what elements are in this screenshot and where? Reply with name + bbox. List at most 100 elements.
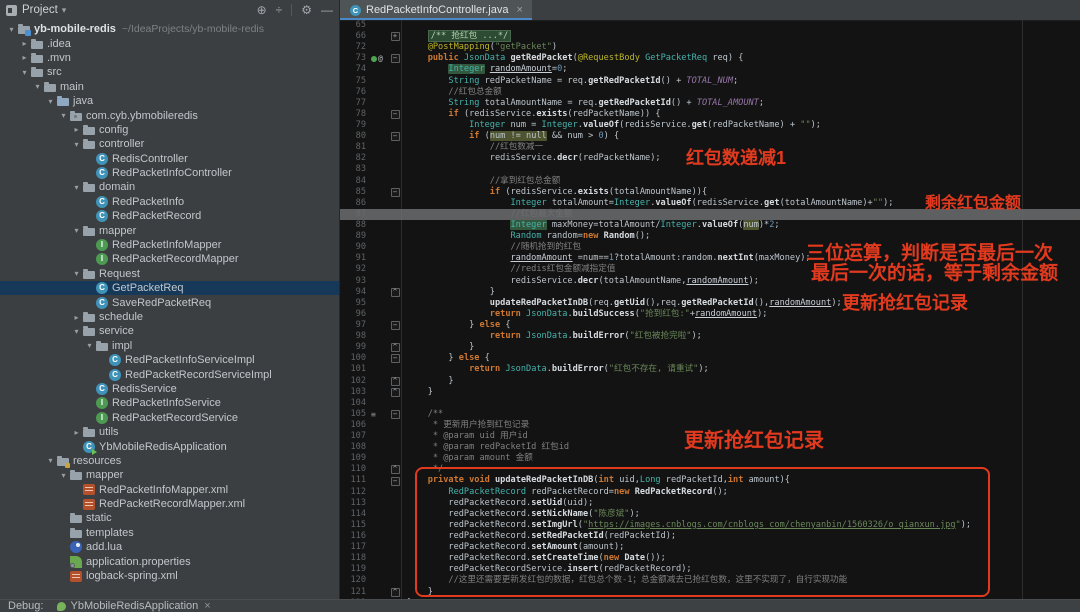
code-line-74[interactable]: 74 Integer randomAmount=0; bbox=[340, 64, 1080, 75]
expand-arrow-icon[interactable]: ▾ bbox=[19, 68, 30, 77]
fold-marker-icon[interactable]: − bbox=[391, 54, 400, 63]
fold-gutter[interactable]: − bbox=[389, 131, 401, 142]
fold-marker-icon[interactable]: − bbox=[391, 477, 400, 486]
tree-item-RedisController[interactable]: CRedisController bbox=[0, 152, 339, 166]
code-line-101[interactable]: 101 return JsonData.buildError("红包不存在, 请… bbox=[340, 364, 1080, 375]
fold-gutter[interactable]: − bbox=[389, 475, 401, 486]
tree-item-SaveRedPacketReq[interactable]: CSaveRedPacketReq bbox=[0, 295, 339, 309]
close-icon[interactable]: × bbox=[204, 600, 210, 612]
tree-item-RedPacketRecord[interactable]: CRedPacketRecord bbox=[0, 209, 339, 223]
code-line-96[interactable]: 96 return JsonData.buildSuccess("抢到红包:"+… bbox=[340, 309, 1080, 320]
expand-arrow-icon[interactable]: ▾ bbox=[84, 341, 95, 350]
tree-item-RedPacketInfoMapper.xml[interactable]: RedPacketInfoMapper.xml bbox=[0, 483, 339, 497]
endpoint-gutter-icons[interactable]: @ bbox=[370, 53, 389, 64]
tree-item-RedPacketInfoServiceImpl[interactable]: CRedPacketInfoServiceImpl bbox=[0, 353, 339, 367]
expand-arrow-icon[interactable]: ▸ bbox=[71, 313, 82, 322]
fold-gutter[interactable]: ^ bbox=[389, 376, 401, 387]
code-line-66[interactable]: 66+ /** 抢红包 ...*/ bbox=[340, 31, 1080, 42]
tree-item-add.lua[interactable]: add.lua bbox=[0, 540, 339, 554]
fold-marker-icon[interactable]: − bbox=[391, 354, 400, 363]
code-line-95[interactable]: 95 updateRedPacketInDB(req.getUid(),req.… bbox=[340, 298, 1080, 309]
gear-icon[interactable]: ⚙ bbox=[301, 3, 312, 17]
tree-item-mapper[interactable]: ▾mapper bbox=[0, 468, 339, 482]
tree-item-RedPacketInfo[interactable]: CRedPacketInfo bbox=[0, 195, 339, 209]
fold-gutter[interactable]: ^ bbox=[389, 287, 401, 298]
expand-arrow-icon[interactable]: ▸ bbox=[71, 125, 82, 134]
expand-arrow-icon[interactable]: ▾ bbox=[71, 226, 82, 235]
tree-item-RedPacketInfoController[interactable]: CRedPacketInfoController bbox=[0, 166, 339, 180]
tree-item-.mvn[interactable]: ▸.mvn bbox=[0, 51, 339, 65]
tree-item-RedPacketRecordServiceImpl[interactable]: CRedPacketRecordServiceImpl bbox=[0, 367, 339, 381]
close-icon[interactable]: × bbox=[516, 4, 522, 16]
tree-item-com.cyb.ybmobileredis[interactable]: ▾com.cyb.ybmobileredis bbox=[0, 108, 339, 122]
tree-item-config[interactable]: ▸config bbox=[0, 123, 339, 137]
code-line-98[interactable]: 98 return JsonData.buildError("红包被抢完啦"); bbox=[340, 331, 1080, 342]
tree-item-yb-mobile-redis[interactable]: ▾yb-mobile-redis~/IdeaProjects/yb-mobile… bbox=[0, 22, 339, 36]
code-line-103[interactable]: 103^ } bbox=[340, 387, 1080, 398]
expand-arrow-icon[interactable]: ▾ bbox=[58, 111, 69, 120]
fold-marker-icon[interactable]: ^ bbox=[391, 343, 400, 352]
spring-endpoint-icon[interactable] bbox=[371, 56, 377, 62]
code-line-100[interactable]: 100− } else { bbox=[340, 353, 1080, 364]
fold-gutter[interactable]: + bbox=[389, 31, 401, 42]
collapse-all-icon[interactable]: ÷ bbox=[276, 3, 283, 17]
fold-marker-icon[interactable]: − bbox=[391, 188, 400, 197]
fold-marker-icon[interactable]: ^ bbox=[391, 377, 400, 386]
expand-arrow-icon[interactable]: ▾ bbox=[45, 456, 56, 465]
tree-item-RedisService[interactable]: CRedisService bbox=[0, 382, 339, 396]
code-line-80[interactable]: 80− if (num != null && num > 0) { bbox=[340, 131, 1080, 142]
hide-panel-icon[interactable]: — bbox=[321, 3, 333, 17]
fold-gutter[interactable]: ^ bbox=[389, 587, 401, 598]
code-line-78[interactable]: 78− if (redisService.exists(redPacketNam… bbox=[340, 109, 1080, 120]
code-line-99[interactable]: 99^ } bbox=[340, 342, 1080, 353]
tree-item-application.properties[interactable]: application.properties bbox=[0, 554, 339, 568]
code-line-73[interactable]: 73@− public JsonData getRedPacket(@Reque… bbox=[340, 53, 1080, 64]
fold-marker-icon[interactable]: − bbox=[391, 410, 400, 419]
tree-item-RedPacketInfoMapper[interactable]: IRedPacketInfoMapper bbox=[0, 238, 339, 252]
tree-item-logback-spring.xml[interactable]: logback-spring.xml bbox=[0, 569, 339, 583]
expand-arrow-icon[interactable]: ▾ bbox=[71, 183, 82, 192]
tree-item-GetPacketReq[interactable]: CGetPacketReq bbox=[0, 281, 339, 295]
code-line-76[interactable]: 76 //红包总金额 bbox=[340, 87, 1080, 98]
tree-item-mapper[interactable]: ▾mapper bbox=[0, 223, 339, 237]
tree-item-RedPacketRecordMapper.xml[interactable]: RedPacketRecordMapper.xml bbox=[0, 497, 339, 511]
fold-gutter[interactable]: − bbox=[389, 53, 401, 64]
tree-item-templates[interactable]: templates bbox=[0, 526, 339, 540]
expand-arrow-icon[interactable]: ▾ bbox=[71, 269, 82, 278]
tree-item-Request[interactable]: ▾Request bbox=[0, 267, 339, 281]
tree-item-resources[interactable]: ▾resources bbox=[0, 454, 339, 468]
fold-gutter[interactable]: − bbox=[389, 109, 401, 120]
editor-tab-active[interactable]: C RedPacketInfoController.java × bbox=[340, 0, 532, 20]
tree-item-schedule[interactable]: ▸schedule bbox=[0, 310, 339, 324]
fold-marker-icon[interactable]: − bbox=[391, 110, 400, 119]
fold-marker-icon[interactable]: + bbox=[391, 32, 400, 41]
tree-item-YbMobileRedisApplication[interactable]: CYbMobileRedisApplication bbox=[0, 439, 339, 453]
code-line-97[interactable]: 97− } else { bbox=[340, 320, 1080, 331]
fold-gutter[interactable]: ^ bbox=[389, 464, 401, 475]
tree-item-utils[interactable]: ▸utils bbox=[0, 425, 339, 439]
locate-icon[interactable]: ⊕ bbox=[257, 3, 267, 17]
fold-gutter[interactable]: − bbox=[389, 187, 401, 198]
expand-arrow-icon[interactable]: ▾ bbox=[71, 327, 82, 336]
tree-item-controller[interactable]: ▾controller bbox=[0, 137, 339, 151]
fold-marker-icon[interactable]: ^ bbox=[391, 388, 400, 397]
tree-item-RedPacketRecordMapper[interactable]: IRedPacketRecordMapper bbox=[0, 252, 339, 266]
tree-item-impl[interactable]: ▾impl bbox=[0, 339, 339, 353]
project-panel-title[interactable]: Project bbox=[22, 4, 58, 16]
code-line-77[interactable]: 77 String totalAmountName = req.getRedPa… bbox=[340, 98, 1080, 109]
fold-marker-icon[interactable]: − bbox=[391, 321, 400, 330]
expand-arrow-icon[interactable]: ▸ bbox=[19, 53, 30, 62]
tree-item-java[interactable]: ▾java bbox=[0, 94, 339, 108]
code-line-105[interactable]: 105≡− /** bbox=[340, 409, 1080, 420]
code-line-79[interactable]: 79 Integer num = Integer.valueOf(redisSe… bbox=[340, 120, 1080, 131]
fold-gutter[interactable]: ^ bbox=[389, 342, 401, 353]
code-line-104[interactable]: 104 bbox=[340, 398, 1080, 409]
expand-arrow-icon[interactable]: ▾ bbox=[58, 471, 69, 480]
javadoc-toggle-icon[interactable]: ≡ bbox=[371, 409, 376, 420]
tree-item-main[interactable]: ▾main bbox=[0, 80, 339, 94]
code-line-102[interactable]: 102^ } bbox=[340, 376, 1080, 387]
fold-gutter[interactable]: ^ bbox=[389, 387, 401, 398]
tree-item-service[interactable]: ▾service bbox=[0, 324, 339, 338]
code-line-72[interactable]: 72 @PostMapping("getPacket") bbox=[340, 42, 1080, 53]
expand-arrow-icon[interactable]: ▸ bbox=[19, 39, 30, 48]
